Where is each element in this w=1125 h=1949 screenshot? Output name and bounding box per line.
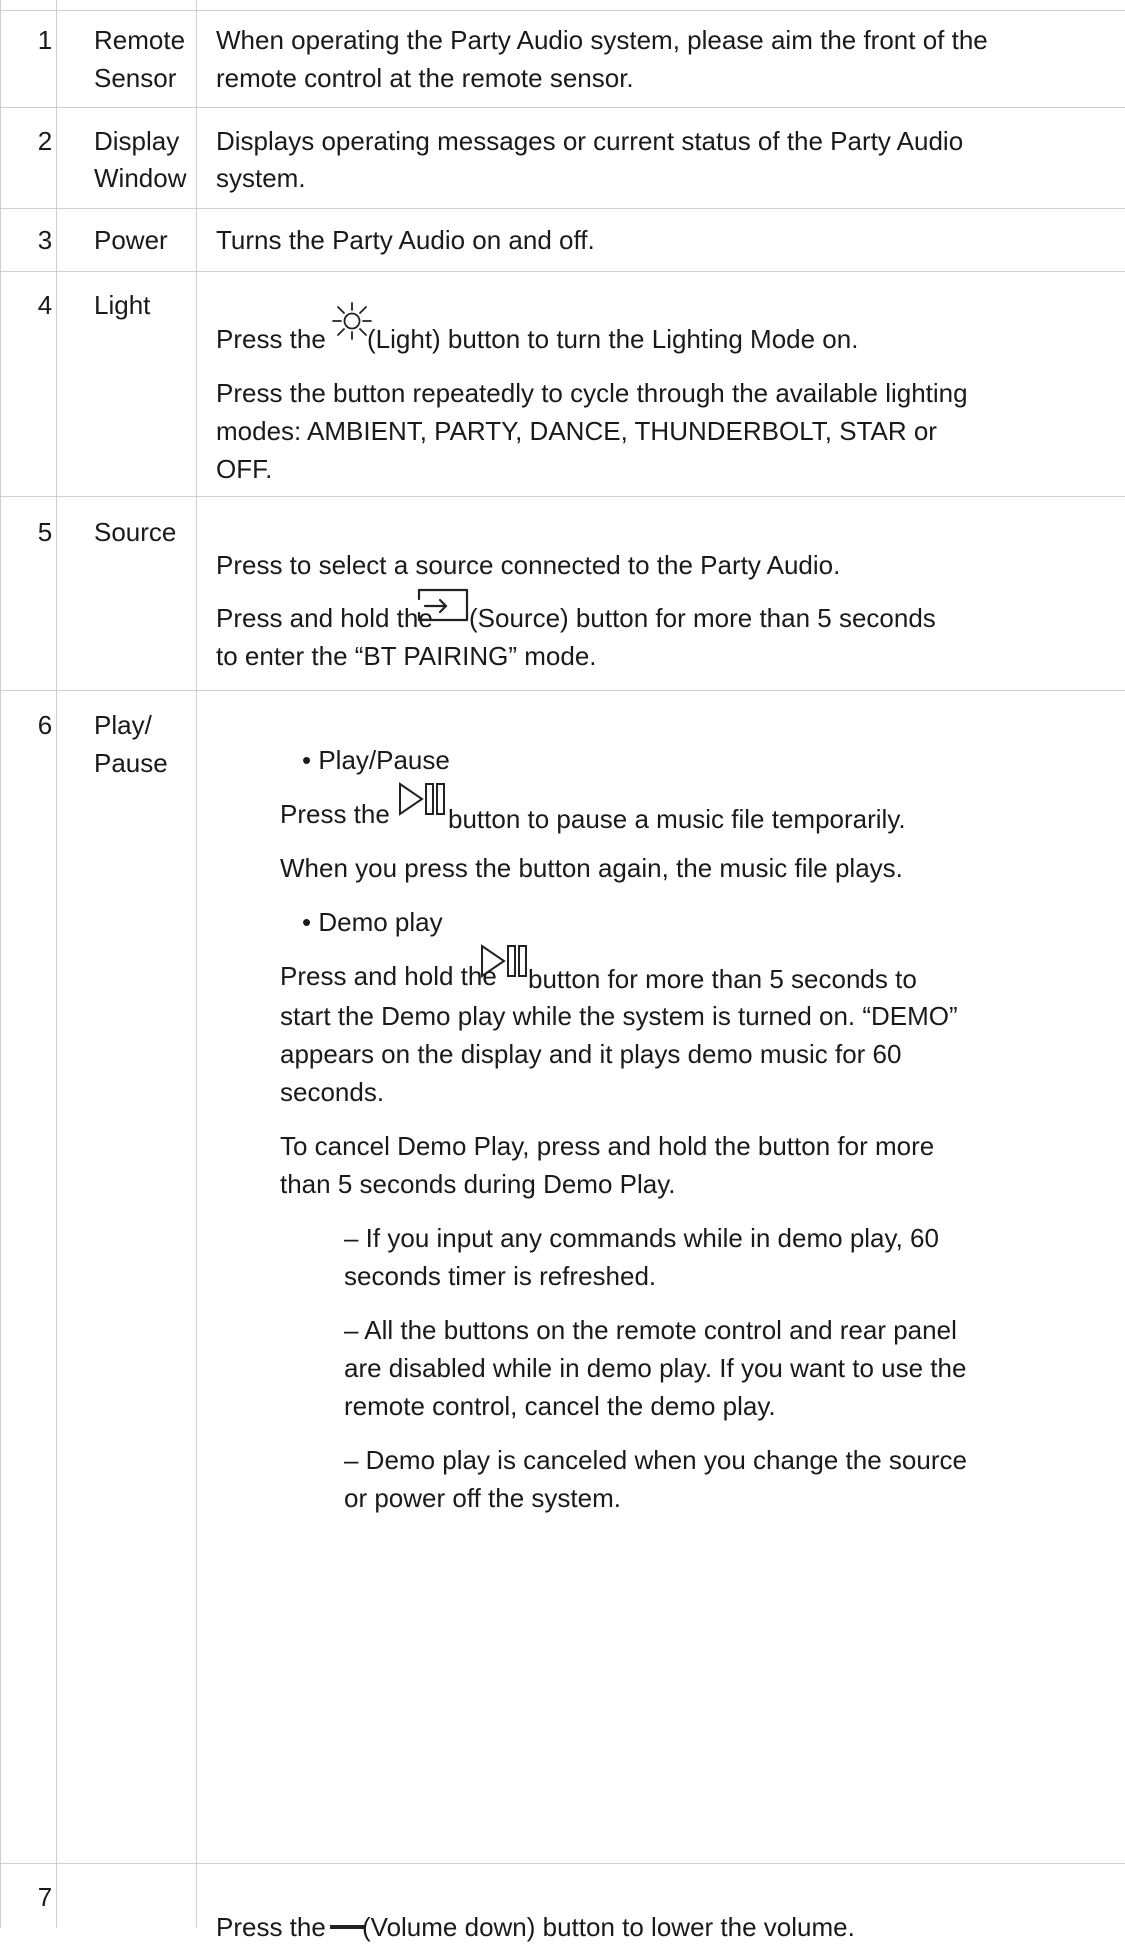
- row-divider: [0, 208, 1125, 209]
- description-text: seconds.: [280, 1077, 385, 1107]
- play-pause-icon: [480, 944, 528, 978]
- bullet-item: • Play/Pause: [302, 745, 450, 775]
- description-text: Press the: [280, 799, 390, 829]
- description-text: Press the: [216, 324, 326, 354]
- row-number: 3: [37, 225, 53, 255]
- row-divider: [0, 496, 1125, 497]
- feature-name: Power: [94, 225, 168, 255]
- column-divider: [196, 0, 197, 1928]
- description-text: (Light) button to turn the Lighting Mode…: [367, 324, 859, 354]
- row-number: 6: [37, 710, 53, 740]
- feature-name: Window: [94, 163, 187, 193]
- row-number: 1: [37, 25, 53, 55]
- description-text: OFF.: [216, 454, 273, 484]
- feature-name: Source: [94, 517, 177, 547]
- description-text: Press the: [216, 1912, 326, 1942]
- description-text: Displays operating messages or current s…: [216, 126, 964, 156]
- note-text: seconds timer is refreshed.: [344, 1261, 657, 1291]
- description-text: (Volume down) button to lower the volume…: [362, 1912, 855, 1942]
- row-number: 4: [37, 290, 53, 320]
- row-divider: [0, 271, 1125, 272]
- play-pause-icon: [398, 782, 446, 816]
- source-input-icon: [416, 587, 470, 623]
- row-divider: [0, 690, 1125, 691]
- description-text: Press and hold the: [280, 961, 497, 991]
- description-text: Turns the Party Audio on and off.: [216, 225, 595, 255]
- description-text: Press to select a source connected to th…: [216, 550, 841, 580]
- description-text: system.: [216, 163, 306, 193]
- description-text: than 5 seconds during Demo Play.: [280, 1169, 676, 1199]
- note-text: or power off the system.: [344, 1483, 621, 1513]
- row-divider: [0, 10, 1125, 11]
- row-number: 5: [37, 517, 53, 547]
- minus-icon: [330, 1925, 364, 1931]
- feature-name: Light: [94, 290, 151, 320]
- table-border: [0, 0, 1, 1928]
- feature-name: Pause: [94, 748, 168, 778]
- description-text: button to pause a music file temporarily…: [448, 804, 906, 834]
- row-number: 2: [37, 126, 53, 156]
- row-number: 7: [37, 1882, 53, 1912]
- bullet-item: • Demo play: [302, 907, 443, 937]
- feature-name: Sensor: [94, 63, 177, 93]
- note-text: remote control, cancel the demo play.: [344, 1391, 776, 1421]
- description-text: modes: AMBIENT, PARTY, DANCE, THUNDERBOL…: [216, 416, 937, 446]
- row-divider: [0, 1863, 1125, 1864]
- description-text: When you press the button again, the mus…: [280, 853, 903, 883]
- description-text: to enter the “BT PAIRING” mode.: [216, 641, 597, 671]
- description-text: remote control at the remote sensor.: [216, 63, 634, 93]
- row-divider: [0, 107, 1125, 108]
